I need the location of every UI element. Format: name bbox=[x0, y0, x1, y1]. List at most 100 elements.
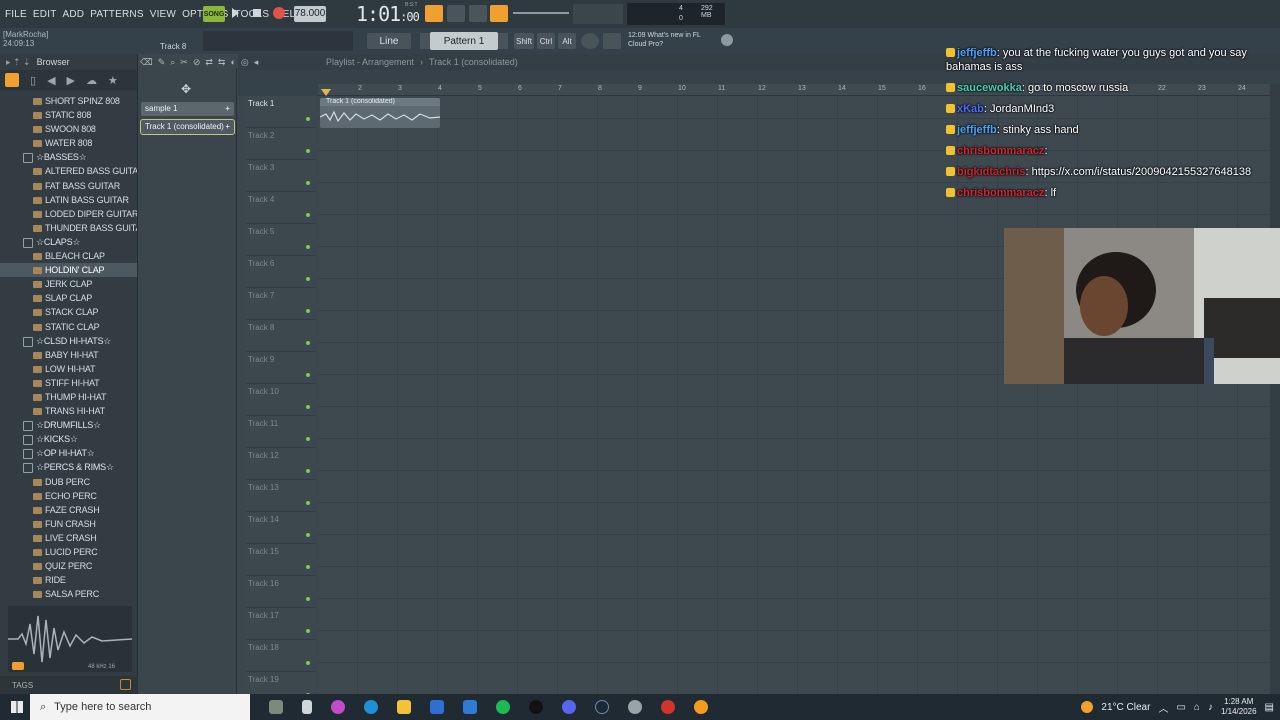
tray-app-icon[interactable]: ▭ bbox=[1176, 702, 1185, 713]
menu-file[interactable]: FILE bbox=[5, 9, 27, 20]
track-header[interactable]: Track 4 bbox=[246, 192, 316, 224]
red-app-icon[interactable] bbox=[661, 700, 675, 714]
channel-add-icon[interactable]: + bbox=[225, 120, 230, 134]
track-mute-led-icon[interactable] bbox=[306, 629, 310, 633]
taskbar-clock[interactable]: 1:28 AM 1/14/2026 bbox=[1221, 697, 1257, 717]
menu-patterns[interactable]: PATTERNS bbox=[90, 9, 143, 20]
track-mute-led-icon[interactable] bbox=[306, 661, 310, 665]
browser-item[interactable]: STIFF HI-HAT bbox=[0, 376, 137, 390]
gray-app-icon[interactable] bbox=[628, 700, 642, 714]
cube-app-icon[interactable] bbox=[269, 700, 283, 714]
alt-key-button[interactable]: Alt bbox=[558, 33, 576, 49]
edge-browser-icon[interactable] bbox=[364, 700, 378, 714]
browser-folder[interactable]: ☆KICKS☆ bbox=[0, 432, 137, 446]
track-header[interactable]: Track 18 bbox=[246, 640, 316, 672]
tags-search-icon[interactable] bbox=[120, 679, 131, 690]
spotify-icon[interactable] bbox=[496, 700, 510, 714]
browser-folder[interactable]: ☆PERCS & RIMS☆ bbox=[0, 460, 137, 474]
browser-item[interactable]: RIDE bbox=[0, 573, 137, 587]
track-header[interactable]: Track 16 bbox=[246, 576, 316, 608]
browser-item[interactable]: QUIZ PERC bbox=[0, 559, 137, 573]
browser-folder[interactable]: ☆OP HI-HAT☆ bbox=[0, 446, 137, 460]
track-mute-led-icon[interactable] bbox=[306, 405, 310, 409]
track-header[interactable]: Track 6 bbox=[246, 256, 316, 288]
track-mute-led-icon[interactable] bbox=[306, 245, 310, 249]
browser-item[interactable]: LIVE CRASH bbox=[0, 531, 137, 545]
preview-play-icon[interactable] bbox=[12, 662, 24, 670]
browser-item[interactable]: STATIC 808 bbox=[0, 108, 137, 122]
taskbar-search-box[interactable]: ⌕ Type here to search bbox=[30, 694, 250, 720]
shift-key-button[interactable]: Shift bbox=[514, 33, 534, 49]
piano-keyboard-icon[interactable] bbox=[581, 33, 599, 49]
volume-icon[interactable]: ♪ bbox=[1208, 702, 1213, 713]
browser-item[interactable]: THUMP HI-HAT bbox=[0, 390, 137, 404]
track-mute-led-icon[interactable] bbox=[306, 181, 310, 185]
browser-item[interactable]: JERK CLAP bbox=[0, 277, 137, 291]
discord-icon[interactable] bbox=[562, 700, 576, 714]
menu-tools[interactable]: TOOLS bbox=[234, 9, 269, 20]
channel-add-icon[interactable]: + bbox=[225, 102, 230, 116]
news-settings-icon[interactable] bbox=[721, 34, 733, 46]
track-header[interactable]: Track 15 bbox=[246, 544, 316, 576]
track-mute-led-icon[interactable] bbox=[306, 213, 310, 217]
weather-icon[interactable] bbox=[1081, 701, 1094, 713]
browser-item[interactable]: BABY HI-HAT bbox=[0, 348, 137, 362]
browser-item[interactable]: ECHO PERC bbox=[0, 489, 137, 503]
browser-item[interactable]: SALSA PERC bbox=[0, 587, 137, 601]
ctrl-key-button[interactable]: Ctrl bbox=[537, 33, 555, 49]
track-mute-led-icon[interactable] bbox=[306, 149, 310, 153]
track-mute-led-icon[interactable] bbox=[306, 341, 310, 345]
track-mute-led-icon[interactable] bbox=[306, 533, 310, 537]
channel-track-1-consolidated[interactable]: Track 1 (consolidated) + bbox=[140, 119, 235, 135]
browser-item[interactable]: TRANS HI-HAT bbox=[0, 404, 137, 418]
network-icon[interactable]: ⌂ bbox=[1194, 702, 1200, 713]
tray-chevron-icon[interactable]: ︿ bbox=[1158, 700, 1168, 715]
menu-edit[interactable]: EDIT bbox=[33, 9, 57, 20]
media-app-icon[interactable] bbox=[529, 700, 543, 714]
browser-item[interactable]: STACK CLAP bbox=[0, 305, 137, 319]
browser-item[interactable]: LATIN BASS GUITAR bbox=[0, 193, 137, 207]
menu-view[interactable]: VIEW bbox=[150, 9, 176, 20]
pattern-add-icon[interactable] bbox=[498, 33, 508, 49]
browser-item[interactable]: FUN CRASH bbox=[0, 517, 137, 531]
track-mute-led-icon[interactable] bbox=[306, 373, 310, 377]
track-header[interactable]: Track 13 bbox=[246, 480, 316, 512]
track-header[interactable]: Track 12 bbox=[246, 448, 316, 480]
wait-input-icon[interactable] bbox=[447, 5, 465, 22]
task-view-icon[interactable] bbox=[302, 700, 312, 714]
metronome-icon[interactable] bbox=[425, 5, 443, 22]
windows-start-icon[interactable] bbox=[11, 701, 23, 713]
track-mute-led-icon[interactable] bbox=[306, 565, 310, 569]
browser-star-icon[interactable]: ★ bbox=[108, 74, 118, 87]
file-explorer-icon[interactable] bbox=[397, 700, 411, 714]
track-header[interactable]: Track 9 bbox=[246, 352, 316, 384]
browser-add-icon[interactable] bbox=[5, 73, 19, 87]
play-icon[interactable] bbox=[232, 8, 239, 18]
browser-item[interactable]: THUNDER BASS GUITAR bbox=[0, 221, 137, 235]
browser-item[interactable]: BLEACH CLAP bbox=[0, 249, 137, 263]
menu-add[interactable]: ADD bbox=[63, 9, 85, 20]
browser-item[interactable]: WATER 808 bbox=[0, 136, 137, 150]
audio-clip[interactable]: Track 1 (consolidated) bbox=[320, 98, 440, 128]
news-panel[interactable]: 12:09 What's new in FL Cloud Pro? bbox=[628, 31, 701, 49]
stop-icon[interactable] bbox=[253, 9, 261, 17]
tempo-display[interactable]: 78.000 bbox=[294, 6, 326, 22]
fl-studio-icon[interactable] bbox=[694, 700, 708, 714]
typing-keyboard-icon[interactable] bbox=[603, 33, 621, 49]
loop-record-icon[interactable] bbox=[469, 5, 487, 22]
pan-tool-icon[interactable]: ✥ bbox=[181, 82, 191, 96]
playlist-tools-icons[interactable]: ⌫✎⌕✂⊘⇄⇆◐◎◂ bbox=[140, 57, 310, 69]
playhead-marker[interactable] bbox=[321, 89, 331, 96]
track-mute-led-icon[interactable] bbox=[306, 469, 310, 473]
track-header[interactable]: Track 11 bbox=[246, 416, 316, 448]
browser-item[interactable]: SWOON 808 bbox=[0, 122, 137, 136]
track-header[interactable]: Track 8 bbox=[246, 320, 316, 352]
track-header[interactable]: Track 14 bbox=[246, 512, 316, 544]
track-header[interactable]: Track 17 bbox=[246, 608, 316, 640]
browser-item[interactable]: LUCID PERC bbox=[0, 545, 137, 559]
playlist-vertical-scrollbar[interactable] bbox=[1270, 84, 1280, 694]
browser-back-icon[interactable]: ◀ bbox=[47, 74, 55, 87]
browser-folder[interactable]: ☆BASSES☆ bbox=[0, 150, 137, 164]
track-header[interactable]: Track 3 bbox=[246, 160, 316, 192]
snap-selector[interactable]: Line bbox=[367, 33, 411, 49]
